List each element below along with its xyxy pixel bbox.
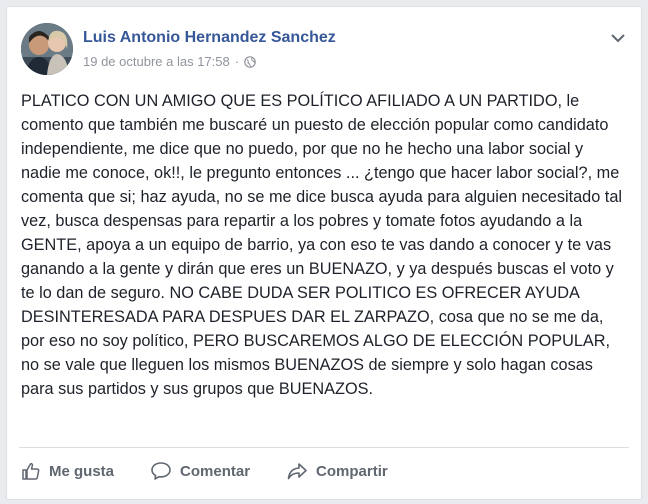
- globe-icon[interactable]: [244, 55, 256, 68]
- post-actions: Me gusta Comentar Compartir: [21, 455, 424, 487]
- avatar-photo: [21, 23, 73, 75]
- comment-button[interactable]: Comentar: [150, 461, 250, 481]
- meta-separator: ·: [234, 54, 240, 69]
- thumbs-up-icon: [22, 462, 40, 480]
- post-card: Luis Antonio Hernandez Sanchez 19 de oct…: [6, 6, 642, 500]
- share-icon: [287, 463, 307, 480]
- avatar[interactable]: [21, 23, 73, 75]
- chevron-down-icon[interactable]: [609, 31, 627, 45]
- share-button[interactable]: Compartir: [286, 461, 388, 481]
- share-label: Compartir: [316, 462, 388, 480]
- post-body-text: PLATICO CON UN AMIGO QUE ES POLÍTICO AFI…: [21, 92, 627, 398]
- like-label: Me gusta: [49, 462, 115, 480]
- comment-label: Comentar: [180, 462, 251, 480]
- author-name[interactable]: Luis Antonio Hernandez Sanchez: [83, 29, 336, 47]
- post-meta: 19 de octubre a las 17:58 ·: [83, 54, 256, 69]
- comment-icon: [151, 462, 171, 480]
- like-button[interactable]: Me gusta: [21, 461, 114, 481]
- actions-divider: [19, 447, 629, 448]
- post-timestamp[interactable]: 19 de octubre a las 17:58: [83, 54, 230, 69]
- post-header: Luis Antonio Hernandez Sanchez 19 de oct…: [21, 23, 627, 83]
